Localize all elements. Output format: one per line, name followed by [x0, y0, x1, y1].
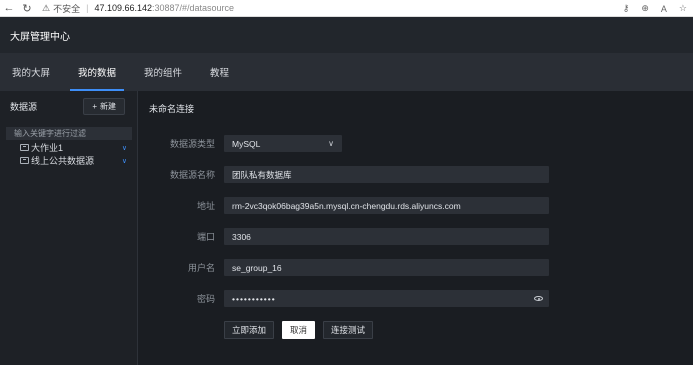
port-label: 端口 — [196, 232, 215, 242]
chevron-down-icon[interactable]: ∨ — [122, 157, 127, 165]
password-field[interactable]: ••••••••••• — [224, 290, 549, 307]
datasource-type-select[interactable]: MySQL ∨ — [224, 135, 342, 152]
app-header: 大屏管理中心 — [0, 17, 693, 53]
datasource-type-label: 数据源类型 — [169, 139, 215, 149]
database-icon — [20, 144, 29, 151]
test-connection-button[interactable]: 连接测试 — [323, 321, 374, 339]
add-now-button[interactable]: 立即添加 — [224, 321, 275, 339]
read-aloud-icon[interactable]: A — [661, 4, 667, 14]
datasource-name-field[interactable]: 团队私有数据库 — [224, 166, 549, 183]
app-title: 大屏管理中心 — [10, 31, 70, 43]
sidebar-item-label: 线上公共数据源 — [31, 156, 95, 166]
chevron-down-icon[interactable]: ∨ — [122, 144, 127, 152]
datasource-type-value: MySQL — [232, 138, 261, 149]
password-label: 密码 — [196, 294, 215, 304]
security-label: 不安全 — [53, 3, 81, 14]
port-field[interactable]: 3306 — [224, 228, 549, 245]
filter-input[interactable]: 输入关键字进行过滤 — [6, 127, 132, 140]
refresh-icon[interactable]: ↻ — [18, 0, 36, 17]
url-path: :30887/#/datasource — [152, 3, 235, 13]
username-field[interactable]: se_group_16 — [224, 259, 549, 276]
address-bar[interactable]: ⚠ 不安全 | 47.109.66.142:30887/#/datasource — [42, 2, 234, 15]
warning-icon: ⚠ — [42, 2, 51, 13]
new-datasource-button[interactable]: + 新建 — [83, 97, 125, 115]
datasource-sidebar: 数据源 + 新建 输入关键字进行过滤 大作业1 ∨ 线上公共数据源 ∨ — [0, 91, 138, 365]
password-value: ••••••••••• — [232, 293, 276, 304]
sidebar-item-label: 大作业1 — [31, 143, 64, 153]
main-tabs: 我的大屏 我的数据 我的组件 教程 — [0, 53, 693, 91]
datasource-name-label: 数据源名称 — [169, 170, 215, 180]
address-separator: | — [86, 3, 89, 13]
eye-icon[interactable] — [534, 296, 543, 301]
new-button-label: 新建 — [100, 101, 116, 111]
browser-bar: ← ↻ ⚠ 不安全 | 47.109.66.142:30887/#/dataso… — [0, 0, 693, 17]
favorite-icon[interactable]: ☆ — [679, 3, 687, 14]
address-field[interactable]: rm-2vc3qok06bag39a5n.mysql.cn-chengdu.rd… — [224, 197, 549, 214]
sidebar-title: 数据源 — [10, 101, 38, 112]
username-label: 用户名 — [187, 263, 215, 273]
cancel-button[interactable]: 取消 — [282, 321, 316, 339]
connection-form: 未命名连接 数据源类型 MySQL ∨ 数据源名称 团队私有数据库 地址 rm-… — [138, 91, 693, 365]
zoom-icon[interactable]: ⊕ — [641, 3, 649, 14]
back-icon[interactable]: ← — [0, 0, 18, 17]
tab-tutorial[interactable]: 教程 — [202, 53, 237, 91]
tab-my-data[interactable]: 我的数据 — [70, 53, 125, 91]
key-icon[interactable]: ⚷ — [623, 3, 630, 14]
browser-actions: ⚷ ⊕ A ☆ — [623, 0, 687, 17]
sidebar-item-assignment[interactable]: 大作业1 ∨ — [20, 141, 127, 154]
tab-my-screens[interactable]: 我的大屏 — [4, 53, 58, 91]
sidebar-item-public-datasource[interactable]: 线上公共数据源 ∨ — [20, 154, 127, 167]
connection-title: 未命名连接 — [149, 104, 195, 114]
url-host: 47.109.66.142 — [94, 3, 152, 13]
plus-icon: + — [92, 101, 97, 111]
address-label: 地址 — [196, 201, 215, 211]
database-icon — [20, 157, 29, 164]
chevron-down-icon: ∨ — [328, 139, 334, 148]
tab-my-components[interactable]: 我的组件 — [136, 53, 190, 91]
